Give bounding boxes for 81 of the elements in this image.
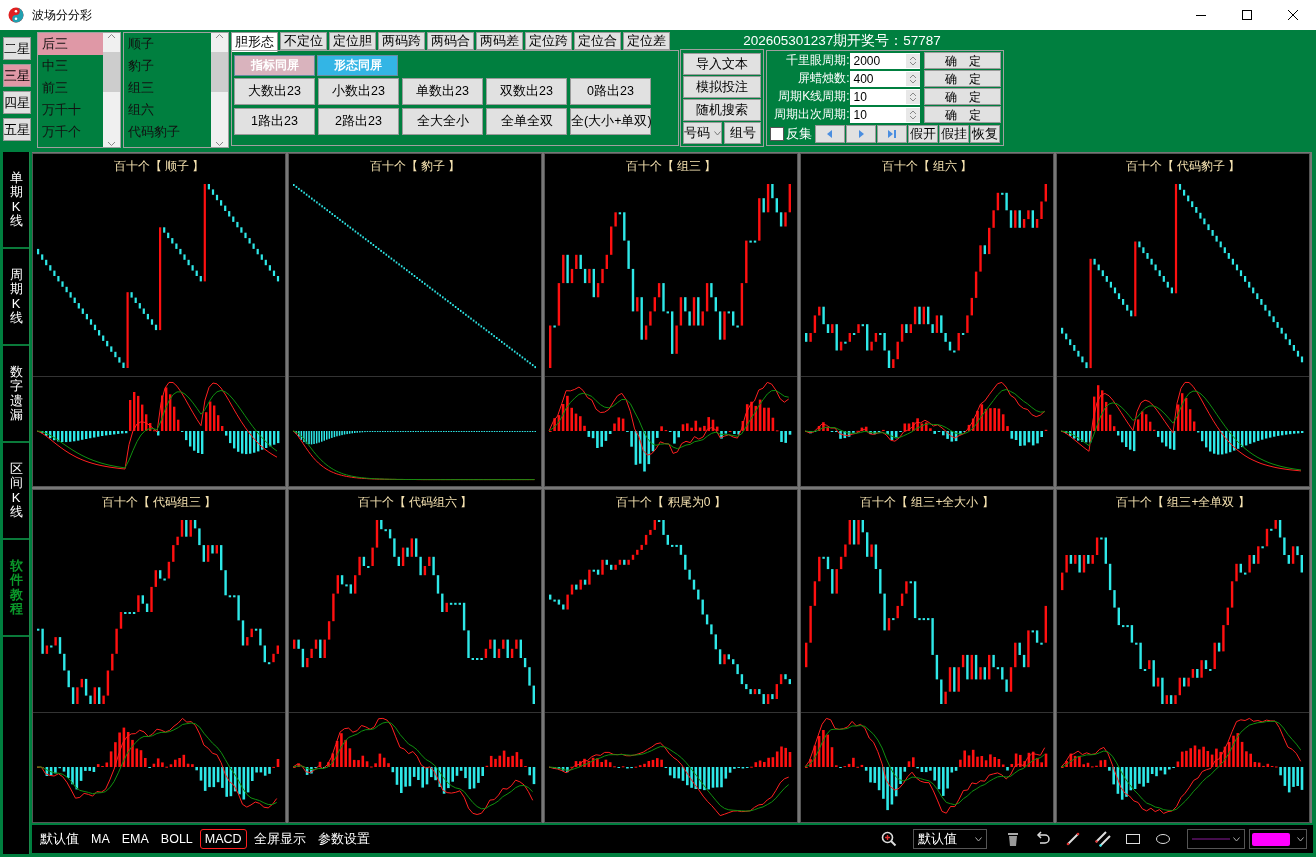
filter-button[interactable]: 大数出23	[234, 78, 315, 105]
chart-title: 百十个【 组三 】	[625, 158, 717, 174]
list-box[interactable]: 顺子 豹子 组三 组六 代码豹子	[123, 32, 229, 148]
number-dropdown[interactable]: 号码	[683, 122, 722, 144]
list-item[interactable]: 后三	[38, 33, 103, 55]
param-label: 周期出次周期:	[773, 106, 850, 123]
list-item[interactable]: 前三	[38, 77, 103, 99]
spin-field[interactable]: 10	[850, 88, 907, 105]
side-tab[interactable]: 周期K线	[9, 267, 23, 326]
tab[interactable]: 定位差	[623, 32, 670, 50]
chart-title: 百十个【 积尾为0 】	[616, 494, 726, 510]
chart-title: 百十个【 组三+全大小 】	[860, 494, 994, 510]
chart-title: 百十个【 代码组三 】	[101, 494, 217, 510]
chart-title: 百十个【 代码组六 】	[357, 494, 473, 510]
side-tab[interactable]: 单期K线	[9, 170, 23, 229]
filter-button[interactable]: 2路出23	[318, 108, 399, 135]
tab[interactable]: 不定位	[280, 32, 327, 50]
tab[interactable]: 两码跨	[378, 32, 425, 50]
tab[interactable]: 两码合	[427, 32, 474, 50]
filter-button[interactable]: 小数出23	[318, 78, 399, 105]
indicator-tab[interactable]: 参数设置	[312, 827, 375, 851]
indicator-tab[interactable]: MACD	[199, 829, 247, 849]
side-tab[interactable]: 区间K线	[9, 461, 23, 520]
side-tab[interactable]: 数字遗漏	[9, 364, 23, 423]
list-box[interactable]: 后三 中三 前三 万千十 万千个	[37, 32, 121, 148]
group-button[interactable]: 组号	[724, 122, 761, 144]
filter-button[interactable]: 双数出23	[486, 78, 567, 105]
list-item[interactable]: 代码豹子	[124, 121, 211, 143]
star-level-button[interactable]: 三星	[3, 64, 31, 87]
star-level-button[interactable]: 二星	[3, 37, 31, 60]
option-button[interactable]: 假开	[908, 125, 938, 143]
spin-field[interactable]: 10	[850, 106, 907, 123]
confirm-button[interactable]: 确 定	[924, 70, 1001, 87]
draw-result: 202605301237期开奖号：57787	[742, 32, 942, 50]
param-label: 千里眼周期:	[785, 52, 850, 69]
filter-button[interactable]: 全(大小+单双)	[570, 108, 651, 135]
list-item[interactable]: 组三	[124, 77, 211, 99]
param-label: 屏蜡烛数:	[797, 70, 850, 87]
confirm-button[interactable]: 确 定	[924, 106, 1001, 123]
tab[interactable]: 定位跨	[525, 32, 572, 50]
list-item[interactable]: 顺子	[124, 33, 211, 55]
chart-title: 百十个【 组六 】	[881, 158, 973, 174]
indicator-tab[interactable]: BOLL	[155, 829, 198, 849]
chart-title: 百十个【 代码豹子 】	[1125, 158, 1241, 174]
tab[interactable]: 胆形态	[231, 32, 278, 52]
confirm-button[interactable]: 确 定	[924, 88, 1001, 105]
indicator-tab[interactable]: 默认值	[35, 827, 84, 851]
filter-button[interactable]: 0路出23	[570, 78, 651, 105]
star-level-button[interactable]: 五星	[3, 118, 31, 141]
list-item[interactable]: 万千个	[38, 121, 103, 143]
indicator-tab[interactable]: 全屏显示	[248, 827, 311, 851]
spin-field[interactable]: 400	[850, 70, 907, 87]
filter-button[interactable]: 1路出23	[234, 108, 315, 135]
list-item[interactable]: 豹子	[124, 55, 211, 77]
chart-title: 百十个【 顺子 】	[113, 158, 205, 174]
filter-button[interactable]: 单数出23	[402, 78, 483, 105]
indicator-tab[interactable]: EMA	[116, 829, 154, 849]
option-button[interactable]: 恢复	[970, 125, 1000, 143]
filter-button[interactable]: 全大全小	[402, 108, 483, 135]
tab[interactable]: 定位合	[574, 32, 621, 50]
window-title: 波场分分彩	[32, 6, 92, 24]
indicator-tab[interactable]: MA	[86, 829, 115, 849]
checkbox-label: 反集	[786, 125, 812, 143]
param-label: 周期K线周期:	[777, 88, 850, 105]
list-item[interactable]: 万千十	[38, 99, 103, 121]
chart-title: 百十个【 组三+全单双 】	[1116, 494, 1250, 510]
filter-button[interactable]: 全单全双	[486, 108, 567, 135]
tutorial-link[interactable]: 软件教程	[9, 558, 23, 617]
action-button[interactable]: 模拟投注	[683, 76, 761, 98]
action-button[interactable]: 随机搜索	[683, 99, 761, 121]
tab[interactable]: 定位胆	[329, 32, 376, 50]
chart-title: 百十个【 豹子 】	[369, 158, 461, 174]
list-item[interactable]: 中三	[38, 55, 103, 77]
star-level-button[interactable]: 四星	[3, 91, 31, 114]
confirm-button[interactable]: 确 定	[924, 52, 1001, 69]
spin-field[interactable]: 2000	[850, 52, 907, 69]
list-item[interactable]: 组六	[124, 99, 211, 121]
action-button[interactable]: 导入文本	[683, 53, 761, 75]
option-button[interactable]: 假挂	[939, 125, 969, 143]
tab[interactable]: 两码差	[476, 32, 523, 50]
preset-dropdown[interactable]: 默认值	[913, 829, 987, 849]
